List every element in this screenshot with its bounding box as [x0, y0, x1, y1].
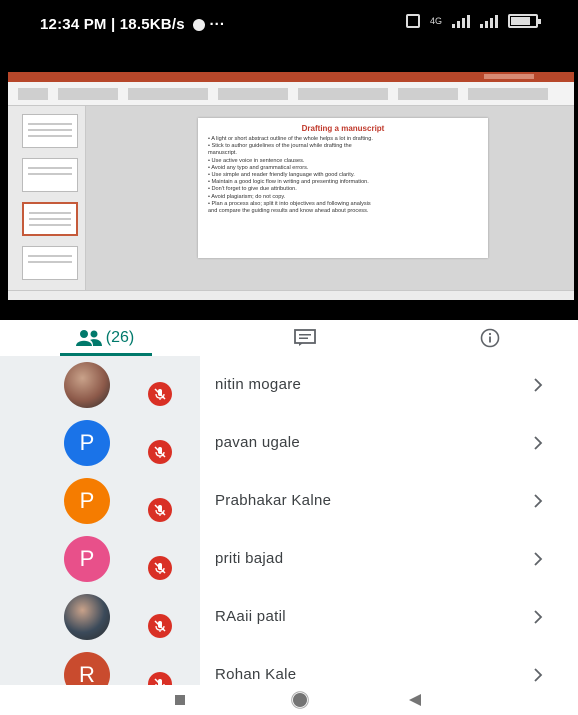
participant-avatar	[64, 594, 110, 640]
participant-avatar	[64, 362, 110, 408]
slide-bullet: • Avoid any typo and grammatical errors.	[208, 164, 309, 171]
tab-people[interactable]: (26)	[50, 320, 160, 356]
chat-icon	[294, 329, 316, 346]
signal-icon-2	[480, 14, 498, 28]
chevron-right-icon[interactable]	[526, 660, 550, 685]
home-icon	[291, 691, 309, 709]
network-type: 4G	[429, 16, 442, 26]
participant-name: nitin mogare	[215, 376, 302, 393]
avatar-initial: R	[79, 662, 95, 685]
participant-name: Rohan Kale	[215, 666, 297, 683]
chevron-right-icon[interactable]	[526, 486, 550, 516]
mic-off-icon	[148, 382, 172, 406]
avatar-column	[0, 356, 200, 414]
mic-off-icon	[148, 440, 172, 464]
battery-icon	[508, 14, 541, 28]
signal-icon-1	[452, 14, 470, 28]
participant-row[interactable]: Ppavan ugale	[0, 414, 578, 472]
participant-avatar: P	[64, 420, 110, 466]
avatar-initial: P	[79, 488, 95, 513]
avatar-initial: P	[79, 546, 95, 571]
recents-icon	[175, 695, 185, 705]
slide-bullet: manuscript.	[208, 150, 237, 157]
participant-name: pavan ugale	[215, 434, 301, 451]
slide-bullet: • Maintain a good logic flow in writing …	[208, 179, 369, 186]
ppt-titlebar	[8, 72, 574, 82]
slide-bullet: • Avoid plagiarism; do not copy.	[208, 193, 286, 200]
mic-off-icon	[148, 556, 172, 580]
slide-bullet: • Stick to author guidelines of the jour…	[208, 143, 352, 150]
presentation-window: Drafting a manuscript • A light or short…	[8, 72, 574, 300]
slide-title: Drafting a manuscript	[301, 124, 385, 133]
participant-row[interactable]: nitin mogare	[0, 356, 578, 414]
slide-bullet: • Don't forget to give due attribution.	[208, 186, 297, 193]
status-time: 12:34 PM | 18.5KB/s ···	[40, 16, 225, 33]
slide-bullet: • Use simple and reader friendly languag…	[208, 172, 355, 179]
mic-off-icon	[148, 672, 172, 685]
chevron-right-icon[interactable]	[526, 370, 550, 400]
slide-thumbnail	[22, 114, 78, 148]
current-slide: Drafting a manuscript • A light or short…	[198, 118, 488, 258]
participant-count: (26)	[105, 329, 135, 346]
home-button[interactable]	[280, 685, 320, 715]
chevron-right-icon[interactable]	[526, 428, 550, 458]
participant-row[interactable]: R Rohan Kale	[0, 646, 578, 685]
mic-off-icon	[148, 614, 172, 638]
participant-name: priti bajad	[215, 550, 284, 567]
status-more: ···	[209, 16, 226, 33]
slide-thumbnails	[8, 106, 86, 290]
participant-avatar: P	[64, 478, 110, 524]
participant-list[interactable]: nitin mogare Ppavan ugale P Prabhakar Kalne…	[0, 356, 578, 685]
ppt-statusbar	[8, 290, 574, 300]
sim-icon	[405, 14, 420, 28]
participant-row[interactable]: Ppriti bajad	[0, 530, 578, 588]
participant-row[interactable]: P Prabhakar Kalne	[0, 472, 578, 530]
mic-off-icon	[148, 498, 172, 522]
whatsapp-icon	[193, 19, 206, 32]
participant-avatar: R	[64, 652, 110, 685]
slide-bullets: • A light or short abstract outline of t…	[208, 136, 478, 215]
avatar-column: P	[0, 530, 200, 588]
slide-bullet: • Plan a process also; split it into obj…	[208, 200, 371, 207]
back-button[interactable]	[395, 685, 435, 715]
slide-thumbnail-selected	[22, 202, 78, 236]
slide-bullet: and compare the guiding results and know…	[208, 208, 369, 215]
battery-fill	[511, 17, 531, 25]
participant-row[interactable]: RAaii patil	[0, 588, 578, 646]
status-bar: 12:34 PM | 18.5KB/s ··· 4G	[0, 0, 578, 50]
chevron-right-icon[interactable]	[526, 544, 550, 574]
status-time-text: 12:34 PM | 18.5KB/s	[40, 16, 185, 33]
slide-bullet: • Use active voice in sentence clauses.	[208, 157, 305, 164]
chevron-right-icon[interactable]	[526, 602, 550, 632]
slide-thumbnail	[22, 246, 78, 280]
people-icon	[75, 330, 102, 346]
navigation-bar	[0, 685, 578, 715]
avatar-column: P	[0, 472, 200, 530]
avatar-initial: P	[79, 430, 95, 455]
participant-name: Prabhakar Kalne	[215, 492, 332, 509]
avatar-column: P	[0, 414, 200, 472]
avatar-column	[0, 588, 200, 646]
shared-screen[interactable]: Drafting a manuscript • A light or short…	[0, 50, 578, 320]
tab-chat[interactable]	[280, 320, 330, 356]
participant-avatar: P	[64, 536, 110, 582]
info-icon	[480, 328, 500, 348]
tab-info[interactable]	[465, 320, 515, 356]
ppt-ribbon	[8, 82, 574, 106]
back-icon	[409, 694, 421, 706]
avatar-column: R	[0, 646, 200, 685]
status-indicators: 4G	[405, 14, 541, 28]
participant-name: RAaii patil	[215, 608, 286, 625]
slide-bullet: • A light or short abstract outline of t…	[208, 136, 373, 142]
recents-button[interactable]	[160, 685, 200, 715]
slide-thumbnail	[22, 158, 78, 192]
tab-bar: (26)	[0, 320, 578, 356]
